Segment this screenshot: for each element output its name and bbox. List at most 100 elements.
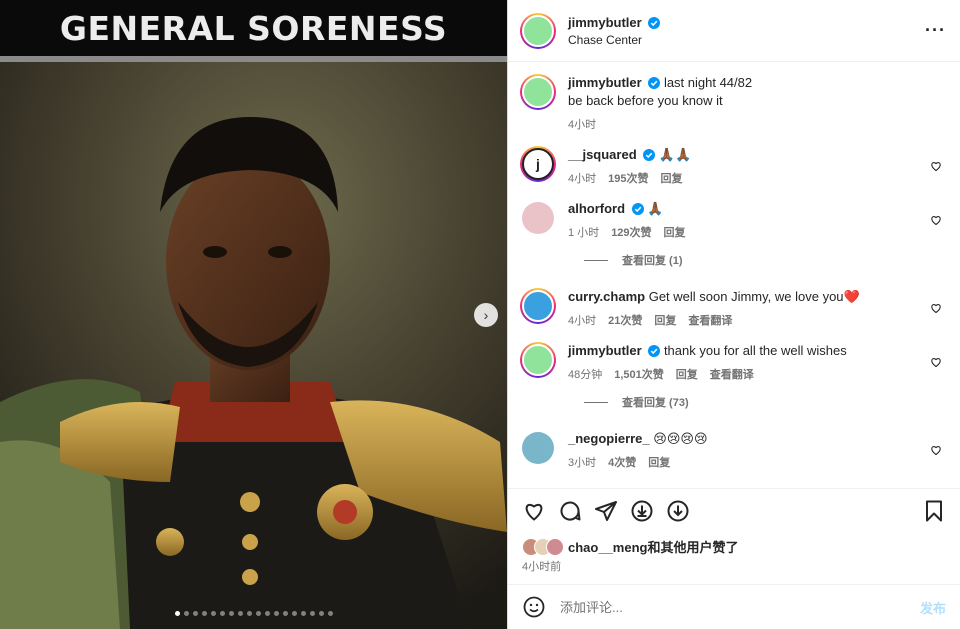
- comment-item: j __jsquared 🙏🏾🙏🏾 4小时 195次赞 回复: [520, 146, 948, 186]
- comment-text: 😢😢😢😢: [653, 431, 708, 446]
- view-replies-button[interactable]: 查看回复 (1): [584, 252, 948, 268]
- comment-username[interactable]: alhorford: [568, 201, 625, 216]
- verified-badge-icon: [648, 16, 661, 29]
- comment-time: 3小时: [568, 457, 597, 469]
- comment-item: curry.champ Get well soon Jimmy, we love…: [520, 288, 948, 328]
- carousel-dot: [282, 611, 288, 616]
- comment-bubble-icon[interactable]: [558, 499, 582, 523]
- download-circle-icon[interactable]: [666, 499, 690, 523]
- commenter-avatar[interactable]: [522, 202, 554, 234]
- likes-suffix: 和其他用户赞了: [647, 540, 739, 555]
- reply-button[interactable]: 回复: [660, 170, 682, 186]
- carousel-dot: [228, 611, 234, 616]
- comment-username[interactable]: _negopierre_: [568, 431, 650, 446]
- comment-text: 🙏🏾: [647, 201, 664, 216]
- post-header: jimmybutler Chase Center ···: [508, 0, 960, 62]
- next-slide-button[interactable]: ›: [474, 303, 498, 327]
- comment-item: _negopierre_ 😢😢😢😢 3小时 4次赞 回复: [520, 430, 948, 470]
- translate-button[interactable]: 查看翻译: [710, 366, 754, 382]
- carousel-dot: [255, 611, 261, 616]
- comment-time: 1 小时: [568, 227, 600, 239]
- carousel-dot: [201, 611, 207, 616]
- comment-item: jimmybutler thank you for all the well w…: [520, 342, 948, 382]
- verified-badge-icon: [648, 77, 661, 89]
- carousel-dot: [210, 611, 216, 616]
- carousel-dot: [237, 611, 243, 616]
- download-icon[interactable]: [630, 499, 654, 523]
- commenter-avatar[interactable]: [522, 432, 554, 464]
- comment-username[interactable]: curry.champ: [568, 289, 645, 304]
- comment-like-heart-icon[interactable]: [930, 356, 942, 368]
- caption-text-line2: be back before you know it: [568, 93, 723, 108]
- commenter-avatar[interactable]: [520, 288, 556, 324]
- carousel-dot: [264, 611, 270, 616]
- carousel-dot: [219, 611, 225, 616]
- reply-button[interactable]: 回复: [676, 366, 698, 382]
- comment-like-heart-icon[interactable]: [930, 214, 942, 226]
- comment-item: alhorford 🙏🏾 1 小时 129次赞 回复: [520, 200, 948, 240]
- comment-text: Get well soon Jimmy, we love you❤️: [648, 289, 860, 304]
- carousel-dot: [273, 611, 279, 616]
- post-media[interactable]: GENERAL SORENESS ›: [0, 0, 507, 629]
- comment-like-heart-icon[interactable]: [930, 160, 942, 172]
- caption-username[interactable]: jimmybutler: [568, 75, 642, 90]
- comment-likes[interactable]: 1,501次赞: [614, 366, 664, 382]
- comment-likes[interactable]: 195次赞: [608, 170, 648, 186]
- comment-time: 48分钟: [568, 369, 603, 381]
- comment-text: thank you for all the well wishes: [663, 343, 847, 358]
- carousel-dot: [309, 611, 315, 616]
- commenter-avatar[interactable]: j: [520, 146, 556, 182]
- liker-name[interactable]: chao__meng: [568, 540, 647, 555]
- author-username[interactable]: jimmybutler: [568, 15, 642, 30]
- carousel-dot: [174, 611, 180, 616]
- carousel-dot: [318, 611, 324, 616]
- carousel-dot: [192, 611, 198, 616]
- comment-composer: 发布: [508, 584, 960, 629]
- media-banner: GENERAL SORENESS: [0, 0, 507, 56]
- reply-button[interactable]: 回复: [648, 454, 670, 470]
- portrait-image: [0, 62, 507, 629]
- comment-like-heart-icon[interactable]: [930, 444, 942, 456]
- translate-button[interactable]: 查看翻译: [688, 312, 732, 328]
- comment-username[interactable]: jimmybutler: [568, 343, 642, 358]
- action-bar: [508, 488, 960, 532]
- comment-likes[interactable]: 21次赞: [608, 312, 642, 328]
- post-panel: jimmybutler Chase Center ··· jimmybutler…: [507, 0, 960, 629]
- verified-badge-icon: [643, 149, 656, 161]
- commenter-avatar[interactable]: [520, 342, 556, 378]
- carousel-dot: [300, 611, 306, 616]
- caption-avatar[interactable]: [520, 74, 556, 110]
- reply-button[interactable]: 回复: [654, 312, 676, 328]
- comments-list[interactable]: jimmybutler last night 44/82 be back bef…: [508, 62, 960, 487]
- comment-time: 4小时: [568, 315, 597, 327]
- liker-avatars: [522, 537, 564, 556]
- more-options-icon[interactable]: ···: [925, 20, 946, 41]
- carousel-dot: [183, 611, 189, 616]
- comment-username[interactable]: __jsquared: [568, 147, 637, 162]
- comment-text: 🙏🏾🙏🏾: [658, 147, 692, 162]
- share-send-icon[interactable]: [594, 499, 618, 523]
- comment-time: 4小时: [568, 173, 597, 185]
- like-heart-icon[interactable]: [522, 499, 546, 523]
- reply-button[interactable]: 回复: [664, 224, 686, 240]
- carousel-dot: [327, 611, 333, 616]
- caption-time: 4小时: [568, 119, 597, 131]
- post-comment-button[interactable]: 发布: [920, 598, 946, 617]
- verified-badge-icon: [631, 203, 644, 215]
- post-location[interactable]: Chase Center: [568, 33, 925, 47]
- post-caption: jimmybutler last night 44/82 be back bef…: [520, 74, 948, 132]
- caption-text-line1: last night 44/82: [663, 75, 753, 90]
- media-banner-text: GENERAL SORENESS: [59, 8, 448, 48]
- comment-likes[interactable]: 129次赞: [611, 224, 651, 240]
- emoji-icon[interactable]: [522, 595, 546, 619]
- carousel-dot: [291, 611, 297, 616]
- verified-badge-icon: [648, 345, 661, 357]
- comment-likes[interactable]: 4次赞: [608, 454, 636, 470]
- view-replies-button[interactable]: 查看回复 (73): [584, 394, 948, 410]
- carousel-dots: [0, 611, 507, 616]
- comment-like-heart-icon[interactable]: [930, 302, 942, 314]
- author-avatar[interactable]: [520, 12, 556, 49]
- likes-summary[interactable]: chao__meng和其他用户赞了: [522, 537, 739, 556]
- bookmark-save-icon[interactable]: [922, 499, 946, 523]
- comment-input[interactable]: [560, 599, 920, 615]
